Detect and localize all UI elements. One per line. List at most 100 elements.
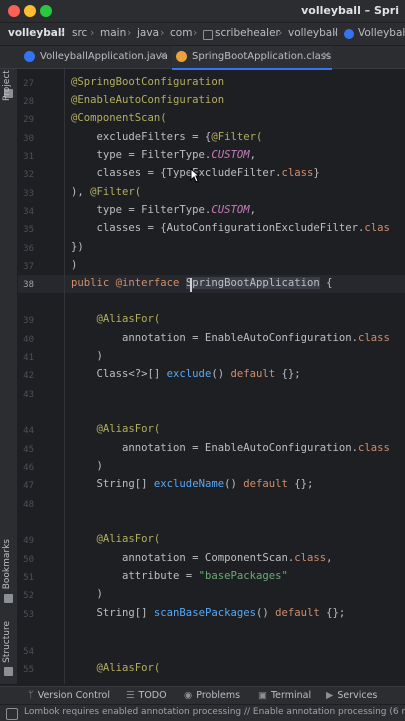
tool-label: Problems	[196, 690, 241, 701]
text-caret	[190, 278, 192, 292]
code-line[interactable]: annotation = EnableAutoConfiguration.cla…	[71, 442, 390, 454]
title-bar: volleyball – Spri	[0, 0, 405, 23]
line-number: 39	[23, 316, 34, 326]
close-tab-icon[interactable]: ×	[159, 50, 167, 61]
tab-label: VolleyballApplication.java	[40, 51, 168, 62]
terminal-button[interactable]: ▣ Terminal	[258, 690, 311, 701]
project-tool-button[interactable]: Project	[2, 51, 12, 101]
services-button[interactable]: ▶ Services	[326, 690, 377, 701]
version-control-button[interactable]: ᛘ Version Control	[28, 690, 110, 701]
code-line-current[interactable]: public @interface SpringBootApplication …	[71, 277, 333, 289]
tool-window-bar: ᛘ Version Control ☰ TODO ◉ Problems ▣ Termin…	[0, 686, 405, 704]
tab-label: SpringBootApplication.class	[192, 51, 332, 62]
line-number: 53	[23, 610, 34, 620]
breadcrumb-item[interactable]: volleyball	[288, 27, 338, 39]
breadcrumb-item[interactable]: com	[170, 27, 192, 39]
code-line[interactable]: @AliasFor(	[71, 423, 161, 435]
window-title: volleyball – Spri	[301, 4, 399, 17]
minimize-window-button[interactable]	[24, 5, 36, 17]
zoom-window-button[interactable]	[40, 5, 52, 17]
line-number: 44	[23, 426, 34, 436]
line-number: 46	[23, 463, 34, 473]
code-line[interactable]: attribute = "basePackages"	[71, 570, 288, 582]
line-number: 35	[23, 225, 34, 235]
breadcrumb-item[interactable]: main	[100, 27, 126, 39]
tab-spring-boot-application[interactable]: SpringBootApplication.class	[172, 46, 332, 70]
breadcrumb-item[interactable]: java	[137, 27, 159, 39]
code-line[interactable]: @AliasFor(	[71, 313, 161, 325]
breadcrumb: volleyball › src › main › java › com › s…	[0, 23, 405, 45]
line-number: 47	[23, 481, 34, 491]
code-line[interactable]: type = FilterType.CUSTOM,	[71, 149, 257, 161]
line-number: 29	[23, 115, 34, 125]
line-number-current: 38	[23, 280, 34, 290]
line-number: 42	[23, 371, 34, 381]
line-number: 27	[23, 79, 34, 89]
bookmark-icon[interactable]	[4, 594, 13, 603]
chevron-right-icon: ›	[193, 26, 198, 39]
line-number: 28	[23, 97, 34, 107]
line-number: 54	[23, 647, 34, 657]
breadcrumb-item[interactable]: scribehealer	[215, 27, 280, 39]
close-tab-icon[interactable]: ×	[322, 50, 330, 61]
line-number: 34	[23, 207, 34, 217]
code-line[interactable]: type = FilterType.CUSTOM,	[71, 204, 257, 216]
tool-label: TODO	[138, 690, 167, 701]
line-number: 32	[23, 170, 34, 180]
line-number: 45	[23, 445, 34, 455]
line-number: 51	[23, 573, 34, 583]
code-line[interactable]: annotation = ComponentScan.class,	[71, 552, 333, 564]
tool-label: Terminal	[270, 690, 312, 701]
mouse-pointer-icon	[190, 168, 200, 183]
close-window-button[interactable]	[8, 5, 20, 17]
line-number: 52	[23, 591, 34, 601]
tool-label: Services	[337, 690, 378, 701]
code-line[interactable]: @ComponentScan(	[71, 112, 167, 124]
code-line[interactable]: Class<?>[] exclude() default {};	[71, 368, 301, 380]
indent-guide	[64, 69, 65, 684]
code-line[interactable]: @EnableAutoConfiguration	[71, 94, 224, 106]
code-line[interactable]: })	[71, 241, 84, 253]
warning-icon: ◉	[184, 690, 193, 701]
services-icon: ▶	[326, 690, 334, 701]
code-line[interactable]: )	[71, 460, 103, 472]
problems-button[interactable]: ◉ Problems	[184, 690, 240, 701]
line-number: 30	[23, 134, 34, 144]
line-number: 43	[23, 390, 34, 400]
code-line[interactable]: @AliasFor(	[71, 533, 161, 545]
tab-volleyball-application[interactable]: VolleyballApplication.java	[20, 46, 170, 68]
code-line[interactable]: )	[71, 259, 77, 271]
code-line[interactable]: @AliasFor(	[71, 662, 161, 674]
code-line[interactable]: )	[71, 588, 103, 600]
code-line[interactable]: )	[71, 350, 103, 362]
line-number: 50	[23, 555, 34, 565]
todo-button[interactable]: ☰ TODO	[126, 690, 167, 701]
code-line[interactable]: String[] excludeName() default {};	[71, 478, 314, 490]
structure-tool-button[interactable]: Structure	[2, 621, 12, 663]
code-line[interactable]: annotation = EnableAutoConfiguration.cla…	[71, 332, 390, 344]
package-icon	[203, 30, 213, 40]
chevron-right-icon: ›	[160, 26, 165, 39]
code-line[interactable]: @SpringBootConfiguration	[71, 76, 224, 88]
tool-label: Version Control	[37, 690, 110, 701]
expand-status-icon[interactable]	[6, 708, 18, 720]
status-bar: Lombok requires enabled annotation proce…	[0, 704, 405, 721]
bookmarks-tool-button[interactable]: Bookmarks	[2, 539, 12, 589]
status-message[interactable]: Lombok requires enabled annotation proce…	[24, 707, 405, 717]
line-number: 31	[23, 152, 34, 162]
code-line[interactable]: String[] scanBasePackages() default {};	[71, 607, 346, 619]
breadcrumb-item[interactable]: Volleyball	[358, 27, 405, 39]
chevron-right-icon: ›	[90, 26, 95, 39]
structure-icon[interactable]	[4, 667, 13, 676]
breadcrumb-item[interactable]: src	[72, 27, 87, 39]
breadcrumb-item[interactable]: volleyball	[8, 27, 65, 39]
terminal-icon: ▣	[258, 690, 267, 701]
line-number: 33	[23, 189, 34, 199]
branch-icon: ᛘ	[28, 690, 34, 701]
code-line[interactable]: ), @Filter(	[71, 186, 141, 198]
java-class-icon	[24, 51, 35, 62]
line-number: 41	[23, 353, 34, 363]
left-tool-strip: Project Bookmarks Structure	[0, 69, 18, 684]
code-line[interactable]: excludeFilters = {@Filter(	[71, 131, 263, 143]
code-line[interactable]: classes = {AutoConfigurationExcludeFilte…	[71, 222, 390, 234]
